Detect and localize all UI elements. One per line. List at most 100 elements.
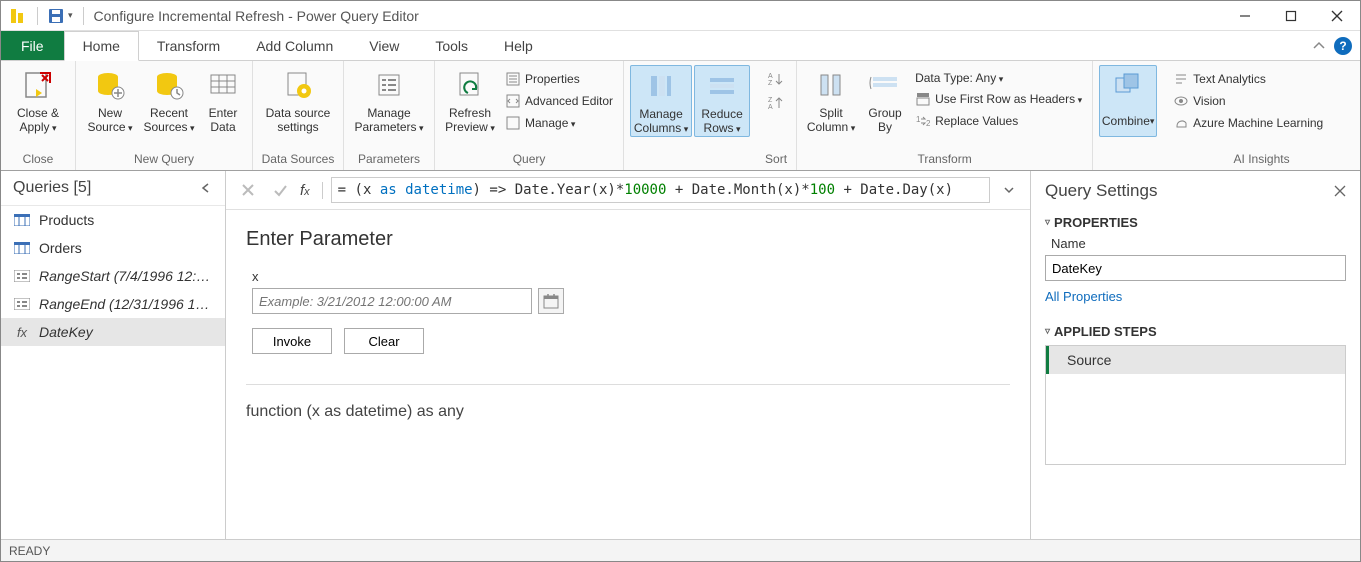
tab-home[interactable]: Home xyxy=(64,31,139,61)
expand-formula-icon[interactable] xyxy=(998,183,1020,197)
close-apply-icon xyxy=(20,67,56,103)
split-column-icon xyxy=(813,67,849,103)
manage-columns-button[interactable]: Manage Columns xyxy=(630,65,692,137)
svg-text:1: 1 xyxy=(916,115,921,124)
tab-view[interactable]: View xyxy=(351,31,417,60)
properties-button[interactable]: Properties xyxy=(501,69,617,89)
qat-dropdown-icon[interactable]: ▾ xyxy=(68,10,73,21)
all-properties-link[interactable]: All Properties xyxy=(1045,289,1346,304)
settings-title: Query Settings xyxy=(1045,181,1157,201)
text-analytics-icon xyxy=(1173,71,1189,87)
split-column-button[interactable]: Split Column xyxy=(803,65,859,135)
formula-bar: fx = (x as datetime) => Date.Year(x)*100… xyxy=(226,171,1030,210)
table-icon xyxy=(13,241,31,255)
group-label-query: Query xyxy=(435,150,623,170)
fx-label: fx xyxy=(300,182,323,199)
accept-formula-icon[interactable] xyxy=(268,178,292,202)
app-icon xyxy=(7,6,27,26)
tab-transform[interactable]: Transform xyxy=(139,31,238,60)
query-item-products[interactable]: Products xyxy=(1,206,225,234)
refresh-icon xyxy=(452,67,488,103)
ribbon-tabs: File Home Transform Add Column View Tool… xyxy=(1,31,1360,61)
manage-button[interactable]: Manage xyxy=(501,113,617,133)
collapse-queries-icon[interactable] xyxy=(199,181,213,195)
new-source-button[interactable]: New Source xyxy=(82,65,138,135)
maximize-button[interactable] xyxy=(1268,1,1314,31)
refresh-preview-button[interactable]: Refresh Preview xyxy=(441,65,499,135)
replace-values-button[interactable]: 12Replace Values xyxy=(911,111,1086,131)
parameter-icon xyxy=(13,269,31,283)
data-source-settings-icon xyxy=(280,67,316,103)
new-source-icon xyxy=(92,67,128,103)
manage-parameters-icon xyxy=(371,67,407,103)
headers-icon xyxy=(915,91,931,107)
svg-text:2: 2 xyxy=(926,119,930,128)
query-item-rangeend[interactable]: RangeEnd (12/31/1996 1… xyxy=(1,290,225,318)
sort-desc-icon: ZA xyxy=(768,95,784,111)
svg-text:A: A xyxy=(768,73,773,80)
text-analytics-button[interactable]: Text Analytics xyxy=(1169,69,1327,89)
recent-sources-button[interactable]: Recent Sources xyxy=(140,65,198,135)
query-item-orders[interactable]: Orders xyxy=(1,234,225,262)
close-settings-icon[interactable] xyxy=(1334,185,1346,197)
query-item-rangestart[interactable]: RangeStart (7/4/1996 12:… xyxy=(1,262,225,290)
combine-icon xyxy=(1110,68,1146,104)
sort-desc-button[interactable]: ZA xyxy=(762,95,790,111)
clear-button[interactable]: Clear xyxy=(344,328,424,354)
parameter-heading: Enter Parameter xyxy=(246,228,1010,251)
manage-parameters-button[interactable]: Manage Parameters xyxy=(350,65,428,135)
advanced-editor-button[interactable]: Advanced Editor xyxy=(501,91,617,111)
tab-add-column[interactable]: Add Column xyxy=(238,31,351,60)
save-icon[interactable] xyxy=(48,8,64,24)
minimize-button[interactable] xyxy=(1222,1,1268,31)
close-button[interactable] xyxy=(1314,1,1360,31)
advanced-editor-icon xyxy=(505,93,521,109)
name-label: Name xyxy=(1051,236,1346,251)
help-icon[interactable]: ? xyxy=(1334,37,1352,55)
function-icon: fx xyxy=(13,325,31,339)
status-bar: READY xyxy=(1,539,1360,561)
manage-columns-icon xyxy=(643,68,679,104)
tab-file[interactable]: File xyxy=(1,31,64,60)
manage-icon xyxy=(505,115,521,131)
properties-section[interactable]: PROPERTIES xyxy=(1045,215,1346,230)
group-by-button[interactable]: Group By xyxy=(861,65,909,135)
svg-text:A: A xyxy=(768,104,773,110)
group-label-transform: Transform xyxy=(797,150,1092,170)
group-label-ai-insights: AI Insights xyxy=(1163,150,1360,170)
date-picker-button[interactable] xyxy=(538,288,564,314)
data-source-settings-button[interactable]: Data source settings xyxy=(259,65,337,135)
applied-steps-section[interactable]: APPLIED STEPS xyxy=(1045,324,1346,339)
combine-button[interactable]: Combine▾ xyxy=(1099,65,1157,137)
param-input-x[interactable] xyxy=(252,288,532,314)
tab-help[interactable]: Help xyxy=(486,31,551,60)
vision-button[interactable]: Vision xyxy=(1169,91,1327,111)
cancel-formula-icon[interactable] xyxy=(236,178,260,202)
replace-icon: 12 xyxy=(915,113,931,129)
query-item-datekey[interactable]: fx DateKey xyxy=(1,318,225,346)
invoke-button[interactable]: Invoke xyxy=(252,328,332,354)
sort-asc-button[interactable]: AZ xyxy=(762,71,790,87)
recent-sources-icon xyxy=(151,67,187,103)
group-label-data-sources: Data Sources xyxy=(253,150,343,170)
first-row-headers-button[interactable]: Use First Row as Headers xyxy=(911,89,1086,109)
sort-asc-icon: AZ xyxy=(768,71,784,87)
reduce-rows-icon xyxy=(704,68,740,104)
group-label-sort: Sort xyxy=(756,150,796,170)
query-name-input[interactable] xyxy=(1045,255,1346,281)
function-signature: function (x as datetime) as any xyxy=(246,384,1010,421)
enter-data-button[interactable]: Enter Data xyxy=(200,65,246,135)
collapse-ribbon-icon[interactable] xyxy=(1310,37,1328,55)
query-settings-panel: Query Settings PROPERTIES Name All Prope… xyxy=(1030,171,1360,539)
group-label-close: Close xyxy=(1,150,75,170)
azure-ml-icon xyxy=(1173,115,1189,131)
close-apply-button[interactable]: Close & Apply xyxy=(7,65,69,135)
applied-steps-list: Source xyxy=(1045,345,1346,465)
formula-input[interactable]: = (x as datetime) => Date.Year(x)*10000 … xyxy=(331,177,990,203)
azure-ml-button[interactable]: Azure Machine Learning xyxy=(1169,113,1327,133)
tab-tools[interactable]: Tools xyxy=(417,31,486,60)
reduce-rows-button[interactable]: Reduce Rows xyxy=(694,65,750,137)
step-source[interactable]: Source xyxy=(1046,346,1345,374)
data-type-button[interactable]: Data Type: Any xyxy=(911,69,1086,87)
properties-icon xyxy=(505,71,521,87)
